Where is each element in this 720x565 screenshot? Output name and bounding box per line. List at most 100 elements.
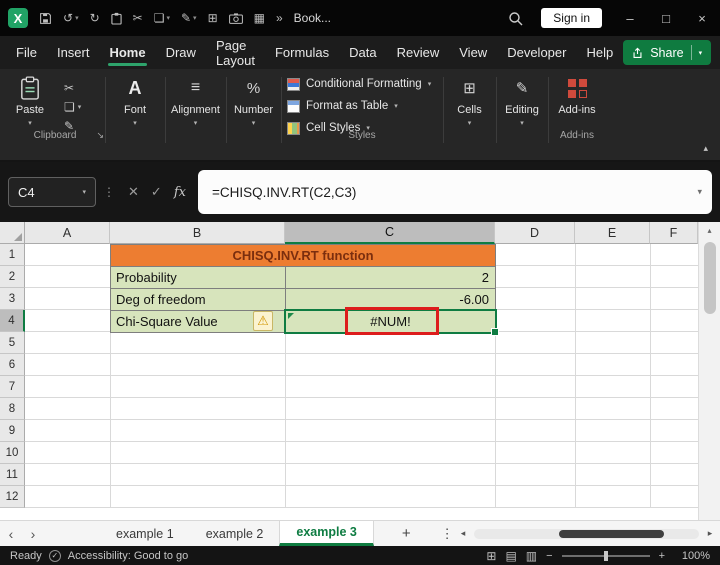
scroll-up-icon[interactable]: ▴ [699, 226, 720, 235]
column-header-f[interactable]: F [650, 222, 698, 244]
maximize-button[interactable]: □ [648, 0, 684, 36]
minimize-button[interactable]: – [612, 0, 648, 36]
previous-sheet-icon[interactable]: ‹ [0, 526, 22, 542]
menu-tab-formulas[interactable]: Formulas [265, 36, 339, 69]
select-all-button[interactable] [0, 222, 25, 244]
menu-tab-help[interactable]: Help [576, 36, 623, 69]
vertical-scrollbar-thumb[interactable] [704, 242, 716, 314]
sheet-tab-example-1[interactable]: example 1 [100, 521, 190, 546]
accessibility-status[interactable]: Accessibility: Good to go [68, 550, 188, 562]
scroll-left-icon[interactable]: ◂ [456, 528, 470, 539]
insert-function-icon[interactable]: fx [174, 185, 186, 200]
cells-menu-button[interactable]: ⊞ Cells ▾ [445, 73, 494, 127]
row-header-1[interactable]: 1 [0, 244, 25, 266]
horizontal-scrollbar-track[interactable] [474, 528, 699, 539]
cancel-icon[interactable]: ✕ [128, 184, 139, 200]
font-menu-button[interactable]: A Font ▾ [107, 73, 163, 128]
borders-button[interactable]: ▦ [254, 11, 265, 25]
row-header-4[interactable]: 4 [0, 310, 25, 332]
cell-b3[interactable]: Deg of freedom [110, 288, 286, 311]
share-button[interactable]: Share ▾ [623, 40, 712, 65]
zoom-in-button[interactable]: + [659, 550, 665, 562]
sheet-options-icon[interactable]: ⋮ [441, 526, 454, 542]
row-header-12[interactable]: 12 [0, 486, 25, 508]
format-painter-button[interactable]: ✎ ▾ [181, 11, 197, 25]
table-button[interactable]: ⊞ [208, 11, 218, 25]
zoom-slider-thumb[interactable] [603, 550, 608, 561]
next-sheet-icon[interactable]: › [22, 526, 44, 542]
column-header-a[interactable]: A [25, 222, 110, 244]
menu-tab-home[interactable]: Home [99, 36, 155, 69]
column-header-c[interactable]: C [285, 222, 495, 244]
cut-button[interactable]: ✂ [64, 81, 81, 95]
formula-bar-handle[interactable]: ⋮ [103, 185, 115, 199]
clipboard-dialog-launcher-icon[interactable]: ↘ [96, 130, 104, 141]
excel-logo[interactable]: X [8, 8, 28, 28]
redo-button[interactable]: ↻ [90, 11, 100, 25]
new-sheet-button[interactable]: + [402, 525, 411, 542]
vertical-scrollbar[interactable]: ▴ [698, 222, 720, 520]
close-button[interactable]: × [684, 0, 720, 36]
row-header-7[interactable]: 7 [0, 376, 25, 398]
menu-tab-insert[interactable]: Insert [47, 36, 100, 69]
row-header-10[interactable]: 10 [0, 442, 25, 464]
cut-button[interactable]: ✂ [133, 11, 143, 25]
save-icon[interactable] [39, 12, 52, 25]
number-menu-button[interactable]: % Number ▾ [228, 73, 279, 128]
cell-c2[interactable]: 2 [285, 266, 496, 289]
alignment-menu-button[interactable]: ≡ Alignment ▾ [167, 73, 224, 127]
expand-formula-bar-icon[interactable]: ▾ [697, 187, 702, 198]
styles-group: Conditional Formatting ▾ Format as Table… [283, 73, 441, 145]
horizontal-scrollbar-thumb[interactable] [559, 529, 664, 538]
column-header-b[interactable]: B [110, 222, 285, 244]
search-icon[interactable] [499, 11, 531, 26]
name-box[interactable]: C4 ▾ [8, 177, 96, 207]
warning-icon: ⚠ [257, 313, 269, 328]
error-options-button[interactable]: ⚠ [253, 311, 273, 331]
sign-in-button[interactable]: Sign in [541, 8, 602, 28]
zoom-slider[interactable] [561, 550, 650, 561]
enter-icon[interactable]: ✓ [151, 184, 162, 200]
menu-tab-file[interactable]: File [6, 36, 47, 69]
row-header-8[interactable]: 8 [0, 398, 25, 420]
menu-tab-view[interactable]: View [449, 36, 497, 69]
formula-input[interactable]: =CHISQ.INV.RT(C2,C3) ▾ [197, 170, 712, 214]
addins-button[interactable]: Add-ins [550, 73, 604, 116]
menu-tab-page-layout[interactable]: Page Layout [206, 36, 265, 69]
sheet-tab-example-3-active[interactable]: example 3 [279, 521, 374, 546]
row-header-9[interactable]: 9 [0, 420, 25, 442]
editing-menu-button[interactable]: ✎ Editing ▾ [498, 73, 546, 127]
column-header-d[interactable]: D [495, 222, 575, 244]
cell-b1-merged-title[interactable]: CHISQ.INV.RT function [110, 244, 496, 267]
paste-button[interactable]: Paste ▾ [6, 73, 54, 127]
page-layout-view-icon[interactable]: ▤ [505, 549, 516, 563]
chevron-down-icon: ▾ [520, 120, 524, 127]
camera-button[interactable] [228, 12, 243, 24]
chevron-down-icon: ▾ [427, 81, 432, 88]
qat-overflow-button[interactable]: » [276, 11, 283, 25]
copy-button[interactable]: ❏ ▾ [154, 11, 170, 25]
collapse-ribbon-icon[interactable]: ▴ [703, 143, 708, 154]
menu-tab-data[interactable]: Data [339, 36, 386, 69]
row-header-11[interactable]: 11 [0, 464, 25, 486]
cell-b2[interactable]: Probability [110, 266, 286, 289]
zoom-out-button[interactable]: − [546, 550, 552, 562]
row-header-5[interactable]: 5 [0, 332, 25, 354]
format-as-table-button[interactable]: Format as Table ▾ [283, 95, 441, 117]
menu-tab-developer[interactable]: Developer [497, 36, 576, 69]
copy-button[interactable]: ❏ ▾ [64, 100, 81, 114]
page-break-view-icon[interactable]: ▥ [526, 549, 537, 563]
undo-button[interactable]: ↺ ▾ [63, 11, 79, 25]
sheet-tab-example-2[interactable]: example 2 [190, 521, 280, 546]
conditional-formatting-button[interactable]: Conditional Formatting ▾ [283, 73, 441, 95]
menu-tab-draw[interactable]: Draw [156, 36, 206, 69]
column-header-e[interactable]: E [575, 222, 650, 244]
clipboard-icon[interactable] [111, 12, 122, 25]
zoom-level[interactable]: 100% [674, 550, 710, 562]
scroll-right-icon[interactable]: ▸ [703, 528, 717, 539]
menu-tab-review[interactable]: Review [387, 36, 450, 69]
row-header-6[interactable]: 6 [0, 354, 25, 376]
row-header-3[interactable]: 3 [0, 288, 25, 310]
row-header-2[interactable]: 2 [0, 266, 25, 288]
normal-view-icon[interactable]: ⊞ [486, 549, 496, 563]
